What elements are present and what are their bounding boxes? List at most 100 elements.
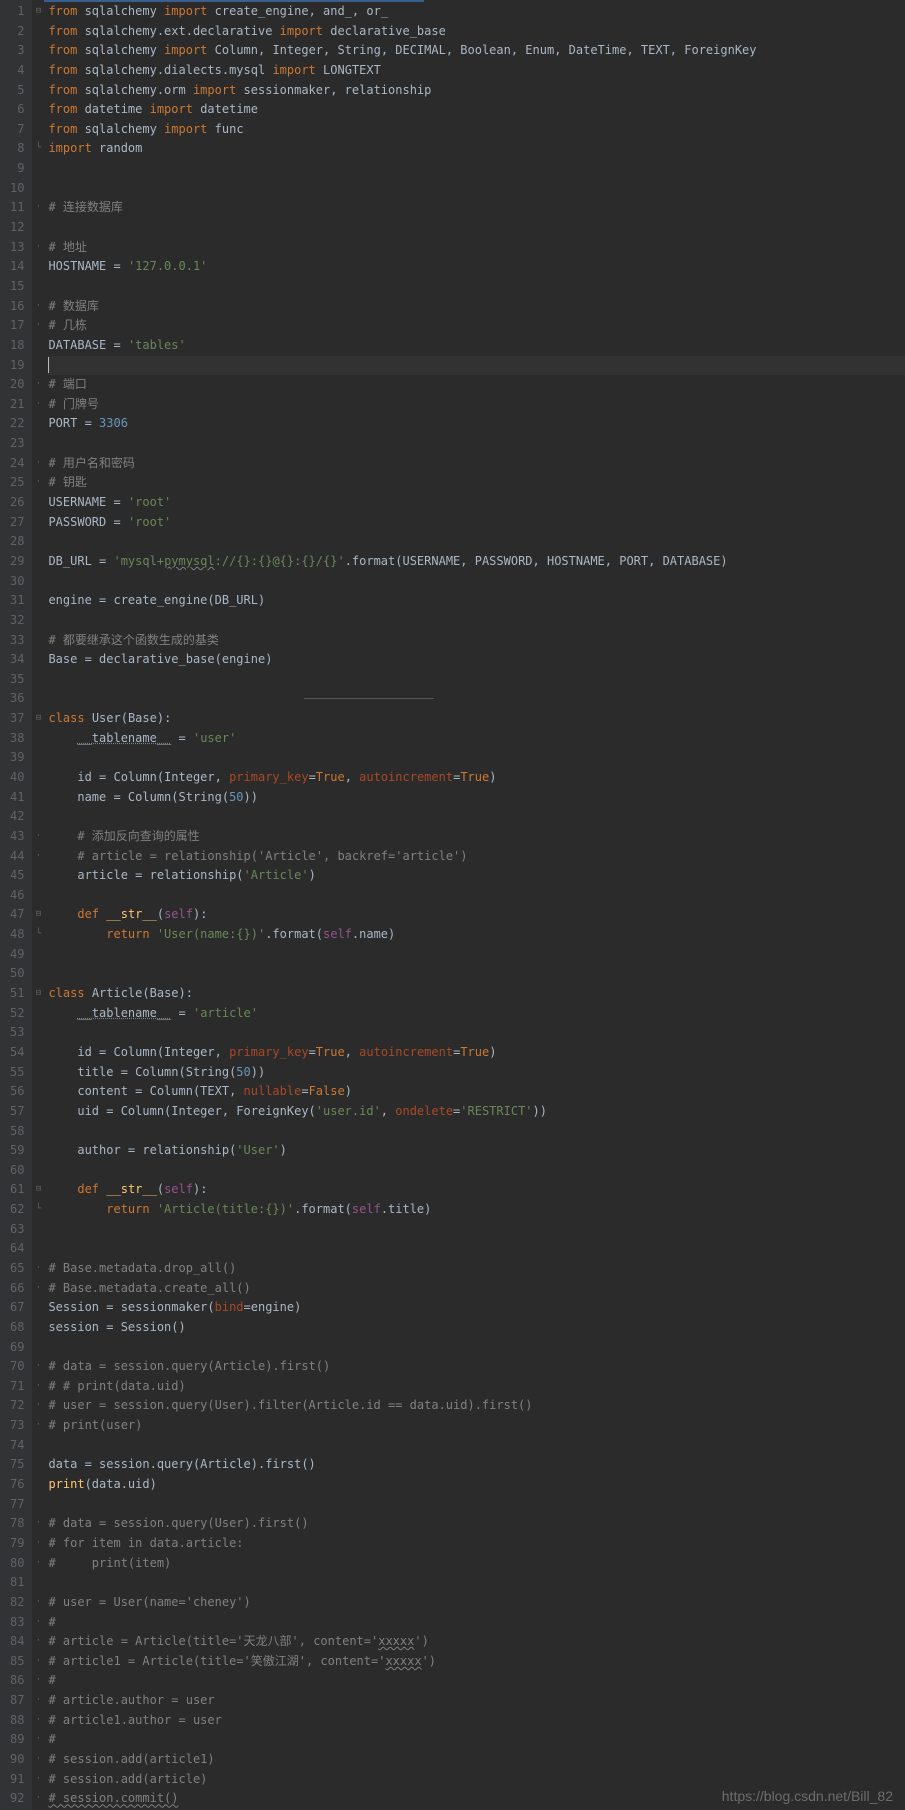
line-number[interactable]: 49 — [10, 945, 24, 965]
line-number[interactable]: 18 — [10, 336, 24, 356]
line-number[interactable]: 59 — [10, 1141, 24, 1161]
code-line[interactable]: __tablename__ = 'article' — [48, 1004, 905, 1024]
fold-marker[interactable]: ⊟ — [32, 709, 44, 729]
fold-marker[interactable]: · — [32, 1416, 44, 1436]
code-line[interactable]: # 地址 — [48, 238, 905, 258]
code-line[interactable] — [48, 1220, 905, 1240]
code-line[interactable]: Session = sessionmaker(bind=engine) — [48, 1298, 905, 1318]
code-line[interactable] — [48, 611, 905, 631]
fold-marker[interactable]: └ — [32, 1200, 44, 1220]
line-number[interactable]: 92 — [10, 1789, 24, 1809]
code-line[interactable]: from sqlalchemy import func — [48, 120, 905, 140]
fold-marker[interactable]: · — [32, 1593, 44, 1613]
line-number[interactable]: 87 — [10, 1691, 24, 1711]
fold-marker[interactable]: · — [32, 1554, 44, 1574]
line-number[interactable]: 34 — [10, 650, 24, 670]
code-line[interactable]: data = session.query(Article).first() — [48, 1455, 905, 1475]
line-number[interactable]: 12 — [10, 218, 24, 238]
code-line[interactable]: # for item in data.article: — [48, 1534, 905, 1554]
fold-marker[interactable]: · — [32, 1514, 44, 1534]
code-line[interactable] — [48, 1495, 905, 1515]
line-number[interactable]: 74 — [10, 1436, 24, 1456]
line-number[interactable]: 44 — [10, 847, 24, 867]
line-number[interactable]: 80 — [10, 1554, 24, 1574]
code-line[interactable]: # session.add(article) — [48, 1770, 905, 1790]
code-line[interactable] — [48, 179, 905, 199]
code-line[interactable]: HOSTNAME = '127.0.0.1' — [48, 257, 905, 277]
code-line[interactable]: # print(user) — [48, 1416, 905, 1436]
line-number[interactable]: 11 — [10, 198, 24, 218]
line-number[interactable]: 55 — [10, 1063, 24, 1083]
fold-marker[interactable]: · — [32, 473, 44, 493]
line-number[interactable]: 64 — [10, 1239, 24, 1259]
line-number[interactable]: 45 — [10, 866, 24, 886]
line-number[interactable]: 4 — [10, 61, 24, 81]
code-line[interactable]: # 都要继承这个函数生成的基类 — [48, 631, 905, 651]
fold-marker[interactable]: · — [32, 1750, 44, 1770]
code-line[interactable]: author = relationship('User') — [48, 1141, 905, 1161]
line-number[interactable]: 48 — [10, 925, 24, 945]
code-line[interactable]: # article = relationship('Article', back… — [48, 847, 905, 867]
code-line[interactable]: # — [48, 1613, 905, 1633]
fold-marker[interactable]: · — [32, 238, 44, 258]
code-line[interactable]: from sqlalchemy.orm import sessionmaker,… — [48, 81, 905, 101]
line-number[interactable]: 60 — [10, 1161, 24, 1181]
code-line[interactable]: # # print(data.uid) — [48, 1377, 905, 1397]
code-line[interactable] — [48, 886, 905, 906]
fold-marker[interactable]: · — [32, 1671, 44, 1691]
fold-marker[interactable]: · — [32, 395, 44, 415]
code-line[interactable] — [48, 689, 905, 709]
fold-marker[interactable]: · — [32, 1613, 44, 1633]
line-number[interactable]: 25 — [10, 473, 24, 493]
fold-marker[interactable]: · — [32, 1691, 44, 1711]
code-line[interactable]: # 门牌号 — [48, 395, 905, 415]
code-line[interactable] — [48, 277, 905, 297]
line-number[interactable]: 88 — [10, 1711, 24, 1731]
code-area[interactable]: from sqlalchemy import create_engine, an… — [44, 0, 905, 1810]
code-line[interactable]: return 'User(name:{})'.format(self.name) — [48, 925, 905, 945]
line-number[interactable]: 75 — [10, 1455, 24, 1475]
fold-marker[interactable]: · — [32, 375, 44, 395]
line-number[interactable]: 50 — [10, 964, 24, 984]
code-line[interactable]: def __str__(self): — [48, 905, 905, 925]
code-line[interactable]: # 数据库 — [48, 297, 905, 317]
code-line[interactable] — [48, 807, 905, 827]
line-number[interactable]: 24 — [10, 454, 24, 474]
code-line[interactable]: class User(Base): — [48, 709, 905, 729]
line-number[interactable]: 39 — [10, 748, 24, 768]
line-number[interactable]: 32 — [10, 611, 24, 631]
line-number[interactable]: 23 — [10, 434, 24, 454]
line-number[interactable]: 43 — [10, 827, 24, 847]
fold-marker[interactable]: · — [32, 1534, 44, 1554]
code-line[interactable]: # user = session.query(User).filter(Arti… — [48, 1396, 905, 1416]
code-line[interactable]: # user = User(name='cheney') — [48, 1593, 905, 1613]
code-line[interactable]: # 端口 — [48, 375, 905, 395]
code-editor[interactable]: 1234567891011121314151617181920212223242… — [0, 0, 905, 1810]
line-number[interactable]: 63 — [10, 1220, 24, 1240]
code-line[interactable]: id = Column(Integer, primary_key=True, a… — [48, 1043, 905, 1063]
fold-marker[interactable]: ⊟ — [32, 984, 44, 1004]
line-number[interactable]: 6 — [10, 100, 24, 120]
code-line[interactable] — [48, 434, 905, 454]
code-line[interactable]: from datetime import datetime — [48, 100, 905, 120]
line-number[interactable]: 82 — [10, 1593, 24, 1613]
line-number[interactable]: 56 — [10, 1082, 24, 1102]
line-number[interactable]: 22 — [10, 414, 24, 434]
fold-marker[interactable]: · — [32, 316, 44, 336]
code-line[interactable]: print(data.uid) — [48, 1475, 905, 1495]
fold-marker[interactable]: · — [32, 297, 44, 317]
line-number[interactable]: 61 — [10, 1180, 24, 1200]
line-number[interactable]: 65 — [10, 1259, 24, 1279]
line-number[interactable]: 77 — [10, 1495, 24, 1515]
line-number[interactable]: 16 — [10, 297, 24, 317]
code-line[interactable]: Base = declarative_base(engine) — [48, 650, 905, 670]
line-number[interactable]: 10 — [10, 179, 24, 199]
code-line[interactable]: # 连接数据库 — [48, 198, 905, 218]
code-line[interactable]: PORT = 3306 — [48, 414, 905, 434]
line-number[interactable]: 17 — [10, 316, 24, 336]
code-line[interactable]: from sqlalchemy.ext.declarative import d… — [48, 22, 905, 42]
code-line[interactable]: # data = session.query(User).first() — [48, 1514, 905, 1534]
code-line[interactable]: # print(item) — [48, 1554, 905, 1574]
line-number[interactable]: 54 — [10, 1043, 24, 1063]
line-number[interactable]: 40 — [10, 768, 24, 788]
